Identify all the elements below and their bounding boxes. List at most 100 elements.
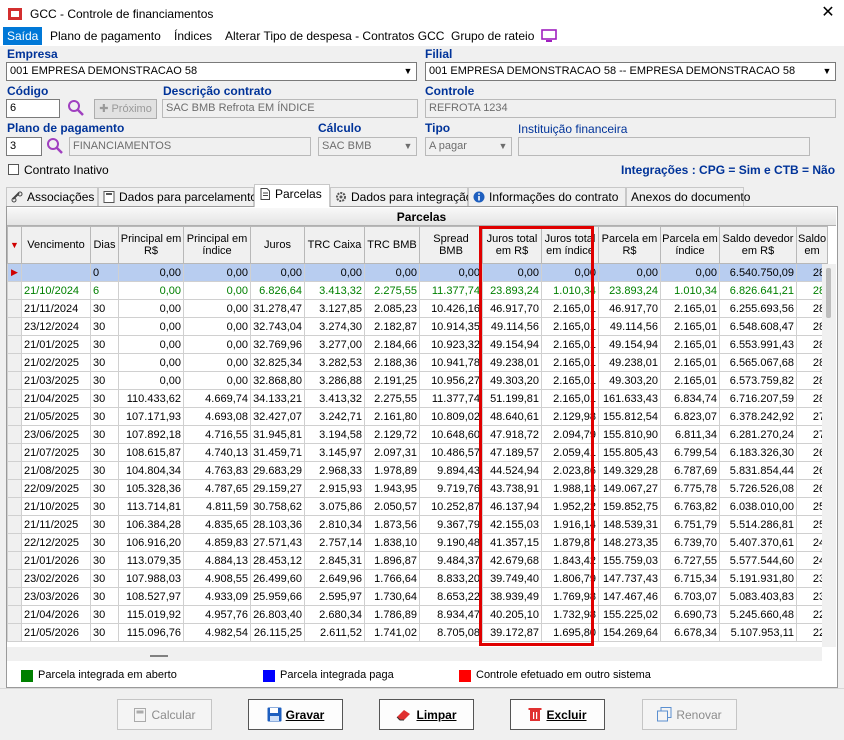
search-icon[interactable] [46,137,64,155]
table-cell[interactable]: 28.453,12 [250,551,305,570]
table-cell[interactable]: 11.377,74 [419,281,483,300]
table-row[interactable]: 21/02/2025 30 0,00 0,00 32.825,34 3.282,53 2.1… [7,353,829,372]
table-cell[interactable]: 40.205,10 [482,605,542,624]
table-cell[interactable]: 1.769,98 [541,587,599,606]
table-cell[interactable]: 31.459,71 [250,443,305,462]
table-cell[interactable]: 27.571,43 [250,533,305,552]
table-cell[interactable]: 2.165,01 [541,317,599,336]
table-cell[interactable]: 6.727,55 [660,551,720,570]
table-cell[interactable]: 0,00 [118,371,184,390]
table-cell[interactable]: 2.165,01 [541,371,599,390]
table-cell[interactable]: 6.540.750,09 [719,263,797,282]
table-cell[interactable]: 9.484,37 [419,551,483,570]
table-cell[interactable]: 3.075,86 [304,497,365,516]
table-cell[interactable]: 5.726.526,08 [719,479,797,498]
table-cell[interactable]: 0,00 [660,263,720,282]
table-cell[interactable]: 6.763,82 [660,497,720,516]
table-row[interactable]: 21/10/2025 30 113.714,81 4.811,59 30.758,62 3… [7,497,829,516]
table-cell[interactable]: 2.680,34 [304,605,365,624]
tab-dados-integracao[interactable]: Dados para integração [330,187,472,207]
menu-grupo-rateio[interactable]: Grupo de rateio [447,27,538,45]
contrato-inativo-checkbox[interactable] [8,164,19,175]
chevron-down-icon[interactable]: ▼ [495,138,511,155]
table-cell[interactable]: 32.769,96 [250,335,305,354]
row-indicator[interactable]: ▶ [7,263,22,282]
table-cell[interactable]: 22/09/2025 [21,479,91,498]
table-cell[interactable]: 5.407.370,61 [719,533,797,552]
plano-input[interactable]: FINANCIAMENTOS [69,137,311,156]
table-row[interactable]: ▶ 0 0,00 0,00 0,00 0,00 0,00 0,00 0,00 0,00 0,00 0,… [7,263,829,282]
table-cell[interactable]: 2.059,41 [541,443,599,462]
table-cell[interactable]: 6.038.010,00 [719,497,797,516]
table-cell[interactable]: 106.384,28 [118,515,184,534]
table-cell[interactable]: 30 [90,317,119,336]
table-cell[interactable]: 23/02/2026 [21,569,91,588]
table-cell[interactable]: 106.916,20 [118,533,184,552]
table-cell[interactable]: 4.669,74 [183,389,251,408]
table-cell[interactable]: 46.137,94 [482,497,542,516]
table-cell[interactable]: 0,00 [598,263,661,282]
table-cell[interactable]: 2.188,36 [364,353,420,372]
table-cell[interactable]: 110.433,62 [118,389,184,408]
table-cell[interactable]: 26.803,40 [250,605,305,624]
table-cell[interactable]: 155.812,54 [598,407,661,426]
table-cell[interactable]: 6.826,64 [250,281,305,300]
table-cell[interactable]: 0,00 [118,335,184,354]
table-cell[interactable]: 32.743,04 [250,317,305,336]
table-cell[interactable]: 1.988,13 [541,479,599,498]
table-cell[interactable]: 1.943,95 [364,479,420,498]
table-cell[interactable]: 1.838,10 [364,533,420,552]
table-cell[interactable]: 1.786,89 [364,605,420,624]
table-cell[interactable]: 4.859,83 [183,533,251,552]
table-cell[interactable]: 2.184,66 [364,335,420,354]
table-cell[interactable]: 46.917,70 [598,299,661,318]
monitor-icon[interactable] [541,29,557,43]
table-row[interactable]: 21/07/2025 30 108.615,87 4.740,13 31.459,71 3… [7,443,829,462]
table-cell[interactable]: 22/12/2025 [21,533,91,552]
instituicao-input[interactable] [518,137,810,156]
menu-plano-pagamento[interactable]: Plano de pagamento [46,27,165,45]
table-cell[interactable]: 2.094,79 [541,425,599,444]
table-cell[interactable]: 39.172,87 [482,623,542,642]
table-cell[interactable]: 113.714,81 [118,497,184,516]
table-cell[interactable]: 6.378.242,92 [719,407,797,426]
table-cell[interactable]: 49.238,01 [482,353,542,372]
table-cell[interactable]: 30 [90,533,119,552]
table-cell[interactable]: 30 [90,605,119,624]
table-cell[interactable]: 2.165,01 [660,353,720,372]
table-row[interactable]: 23/12/2024 30 0,00 0,00 32.743,04 3.274,30 2.1… [7,317,829,336]
tab-anexos-documento[interactable]: Anexos do documento [626,187,750,207]
table-cell[interactable]: 30 [90,371,119,390]
table-cell[interactable]: 30 [90,443,119,462]
table-cell[interactable]: 30 [90,587,119,606]
table-row[interactable]: 21/10/2024 6 0,00 0,00 6.826,64 3.413,32 2.275… [7,281,829,300]
table-cell[interactable]: 11.377,74 [419,389,483,408]
table-cell[interactable]: 1.952,22 [541,497,599,516]
table-cell[interactable]: 5.191.931,80 [719,569,797,588]
row-indicator[interactable] [7,443,22,462]
table-cell[interactable]: 6.690,73 [660,605,720,624]
row-indicator[interactable] [7,623,22,642]
renovar-button[interactable]: Renovar [642,699,737,730]
vertical-scroll-thumb[interactable] [826,268,831,318]
table-cell[interactable]: 1.873,56 [364,515,420,534]
col-saldo-indice[interactable]: Saldo em [795,226,829,264]
table-cell[interactable]: 23.893,24 [482,281,542,300]
filial-select[interactable]: 001 EMPRESA DEMONSTRACAO 58 -- EMPRESA D… [425,62,836,81]
table-cell[interactable]: 10.923,32 [419,335,483,354]
table-cell[interactable]: 0,00 [118,353,184,372]
plano-code-input[interactable]: 3 [6,137,42,156]
excluir-button[interactable]: Excluir [510,699,605,730]
table-cell[interactable]: 107.988,03 [118,569,184,588]
table-cell[interactable]: 21/01/2025 [21,335,91,354]
table-cell[interactable]: 8.705,08 [419,623,483,642]
sort-indicator-icon[interactable]: ▼ [7,226,22,264]
table-cell[interactable]: 1.896,87 [364,551,420,570]
table-cell[interactable]: 3.282,53 [304,353,365,372]
table-cell[interactable]: 0,00 [183,371,251,390]
col-saldo-devedor-rs[interactable]: Saldo devedor em R$ [719,226,797,264]
table-cell[interactable]: 29.159,27 [250,479,305,498]
table-row[interactable]: 21/03/2025 30 0,00 0,00 32.868,80 3.286,88 2.1… [7,371,829,390]
table-cell[interactable]: 3.242,71 [304,407,365,426]
table-cell[interactable]: 49.303,20 [482,371,542,390]
